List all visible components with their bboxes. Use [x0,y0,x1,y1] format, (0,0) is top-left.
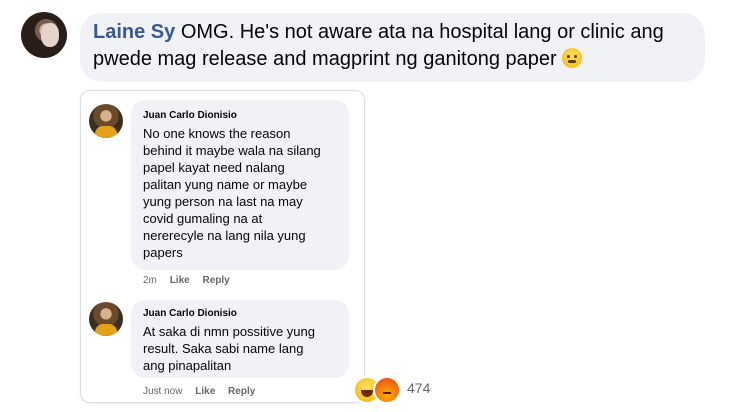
reply-text-line: palitan yung name or maybe [143,177,308,192]
reply-author-link[interactable]: Juan Carlo Dionisio [143,308,237,319]
reaction-count[interactable]: 474 [407,380,430,396]
weary-face-icon [562,48,583,68]
reply-button[interactable]: Reply [228,386,255,397]
reply-meta: 2m Like Reply [143,275,240,286]
reply-text-line: nererecyle na lang nila yung [143,228,306,243]
reply-text-line: No one knows the reason [143,126,291,141]
reply-text-line: At saka di nmn possitive yung [143,324,315,339]
timestamp[interactable]: 2m [143,275,157,286]
reply-meta: Just now Like Reply [143,386,265,397]
timestamp[interactable]: Just now [143,386,182,397]
reply-text-line: covid gumaling na at [143,211,263,226]
avatar[interactable] [21,12,67,58]
like-button[interactable]: Like [195,386,215,397]
avatar-shirt [95,324,117,336]
reply-text-line: result. Saka sabi name lang [143,341,304,356]
reply-button[interactable]: Reply [202,275,229,286]
reply-avatar[interactable] [89,104,123,138]
reply-text-line: papers [143,245,183,260]
comment-author-link[interactable]: Laine Sy [93,21,175,43]
reply-text-line: yung person na last na may [143,194,303,209]
angry-icon [373,376,401,404]
reply-text-line: ang pinapalitan [143,358,232,373]
comment-text: Laine Sy OMG. He's not aware ata na hosp… [93,19,693,73]
avatar-face [41,23,59,47]
reply-text-line: papel kayat need nalang [143,160,285,175]
reply-author-link[interactable]: Juan Carlo Dionisio [143,110,237,121]
avatar-shirt [95,126,117,138]
reply-text-line: behind it maybe wala na silang [143,143,321,158]
reply-text: No one knows the reason behind it maybe … [143,125,321,261]
comment-text-line1: OMG. He's not aware ata na hospital lang… [180,21,664,43]
like-button[interactable]: Like [170,275,190,286]
reply-avatar[interactable] [89,302,123,336]
reply-text: At saka di nmn possitive yung result. Sa… [143,323,315,374]
comment-text-line2: pwede mag release and magprint ng ganito… [93,48,557,70]
